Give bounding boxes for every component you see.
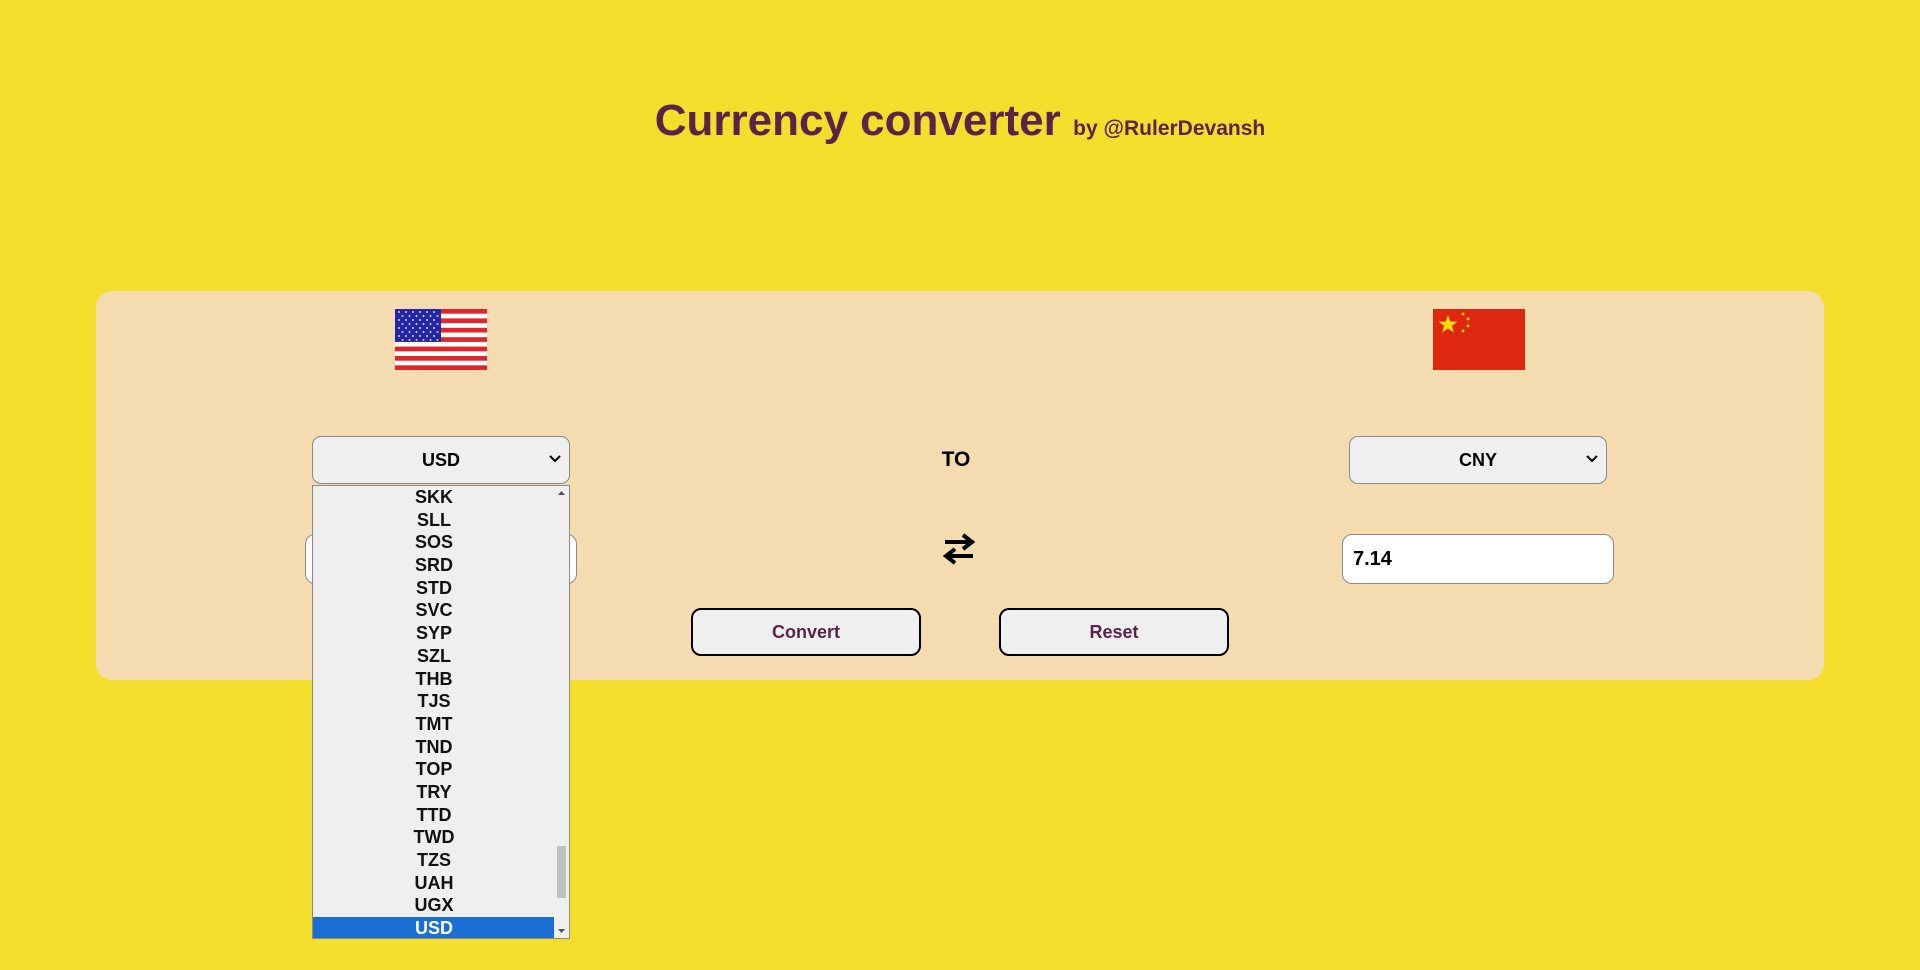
scroll-up-icon[interactable] xyxy=(557,489,566,498)
page-title: Currency converter xyxy=(654,96,1061,145)
chevron-down-icon xyxy=(1586,455,1598,463)
page-byline: by @RulerDevansh xyxy=(1073,117,1266,140)
dropdown-option[interactable]: SYP xyxy=(313,622,555,645)
dropdown-option[interactable]: TJS xyxy=(313,690,555,713)
dropdown-option[interactable]: TRY xyxy=(313,781,555,804)
us-flag-icon xyxy=(395,309,487,370)
from-currency-select[interactable]: USD xyxy=(312,436,570,484)
swap-arrows-icon[interactable] xyxy=(941,531,977,567)
dropdown-option[interactable]: TOP xyxy=(313,758,555,781)
to-currency-select[interactable]: CNY xyxy=(1349,436,1607,484)
dropdown-option[interactable]: SOS xyxy=(313,531,555,554)
scroll-down-icon[interactable] xyxy=(557,926,566,935)
page-header: Currency converter by @RulerDevansh xyxy=(0,96,1920,146)
dropdown-option[interactable]: TWD xyxy=(313,826,555,849)
dropdown-option[interactable]: SVC xyxy=(313,599,555,622)
to-amount-input[interactable]: 7.14 xyxy=(1342,534,1614,584)
scrollbar-thumb[interactable] xyxy=(557,846,566,898)
dropdown-scrollbar[interactable] xyxy=(554,486,569,938)
dropdown-option[interactable]: TTD xyxy=(313,804,555,827)
convert-button[interactable]: Convert xyxy=(691,608,921,656)
dropdown-option[interactable]: STD xyxy=(313,577,555,600)
dropdown-option[interactable]: TND xyxy=(313,736,555,759)
dropdown-option[interactable]: USD xyxy=(313,917,555,938)
dropdown-option[interactable]: SRD xyxy=(313,554,555,577)
dropdown-option[interactable]: SKK xyxy=(313,486,555,509)
from-currency-value: USD xyxy=(421,449,460,470)
dropdown-option[interactable]: UAH xyxy=(313,872,555,895)
dropdown-option[interactable]: SLL xyxy=(313,509,555,532)
currency-dropdown-list[interactable]: SKK SLL SOS SRD STD SVC SYP SZL THB TJS TMT TND TOP T… xyxy=(312,485,570,939)
reset-button[interactable]: Reset xyxy=(999,608,1229,656)
cn-flag-icon xyxy=(1433,309,1525,370)
dropdown-option[interactable]: TMT xyxy=(313,713,555,736)
dropdown-option[interactable]: THB xyxy=(313,668,555,691)
dropdown-option[interactable]: SZL xyxy=(313,645,555,668)
to-label: TO xyxy=(941,448,971,471)
dropdown-option[interactable]: UGX xyxy=(313,894,555,917)
to-currency-value: CNY xyxy=(1458,449,1497,470)
dropdown-options: SKK SLL SOS SRD STD SVC SYP SZL THB TJS TMT TND TOP T… xyxy=(313,486,555,938)
dropdown-option[interactable]: TZS xyxy=(313,849,555,872)
chevron-down-icon xyxy=(549,455,561,463)
